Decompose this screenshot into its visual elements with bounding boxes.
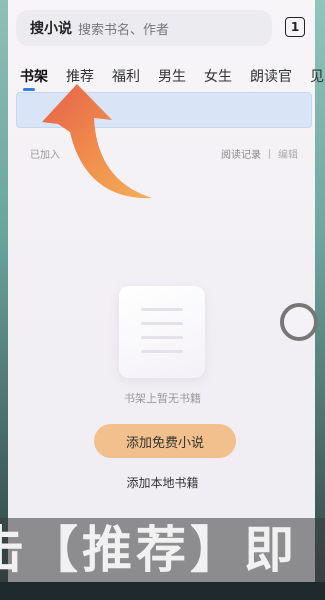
caption-text: 击【推荐】即 xyxy=(0,521,298,579)
video-caption: 击【推荐】即 xyxy=(0,518,325,582)
tab-narrator[interactable]: 朗读官 xyxy=(250,66,292,86)
tab-welfare[interactable]: 福利 xyxy=(112,66,140,86)
tab-label: 福利 xyxy=(112,69,140,85)
tab-recommend[interactable]: 推荐 xyxy=(66,66,94,86)
search-brand: 搜小说 xyxy=(30,21,72,37)
doc-line xyxy=(141,350,183,353)
added-label: 已加入 xyxy=(30,150,60,161)
reading-history-link[interactable]: 阅读记录 xyxy=(221,146,261,161)
shelf-actions: 阅读记录 编辑 xyxy=(221,146,298,161)
edit-link[interactable]: 编辑 xyxy=(278,146,298,161)
tab-count-value: 1 xyxy=(290,20,300,34)
tab-label: 见 xyxy=(310,69,324,85)
tab-more[interactable]: 见 xyxy=(310,66,324,86)
tab-label: 推荐 xyxy=(66,69,94,85)
video-edge-right xyxy=(315,0,325,600)
search-bar[interactable]: 搜小说 搜索书名、作者 xyxy=(16,10,272,46)
category-tabs: 书架 推荐 福利 男生 女生 朗读官 见 xyxy=(20,66,324,91)
divider xyxy=(269,148,270,159)
empty-book-icon xyxy=(119,286,205,378)
video-edge-left xyxy=(0,0,8,600)
tab-label: 书架 xyxy=(20,69,48,85)
tab-female[interactable]: 女生 xyxy=(204,66,232,86)
bottom-strip xyxy=(0,582,325,600)
tab-label: 男生 xyxy=(158,69,186,85)
empty-shelf-message: 书架上暂无书籍 xyxy=(124,392,201,405)
doc-line xyxy=(141,308,183,311)
add-free-novel-label: 添加免费小说 xyxy=(125,435,204,451)
active-tab-indicator xyxy=(23,88,35,91)
add-local-book-link[interactable]: 添加本地书籍 xyxy=(0,474,325,491)
tab-bookshelf[interactable]: 书架 xyxy=(20,66,48,91)
doc-line xyxy=(141,336,183,339)
app-screen: 搜小说 搜索书名、作者 1 书架 推荐 福利 男生 女生 朗读官 见 已加入 阅… xyxy=(0,0,325,600)
promo-banner[interactable] xyxy=(16,92,312,128)
floating-ball-icon[interactable] xyxy=(280,303,318,341)
search-placeholder: 搜索书名、作者 xyxy=(78,22,170,38)
add-free-novel-button[interactable]: 添加免费小说 xyxy=(94,424,236,458)
tab-count-button[interactable]: 1 xyxy=(285,17,305,37)
tab-label: 女生 xyxy=(204,69,232,85)
tab-label: 朗读官 xyxy=(250,69,292,85)
doc-line xyxy=(141,322,183,325)
tab-male[interactable]: 男生 xyxy=(158,66,186,86)
